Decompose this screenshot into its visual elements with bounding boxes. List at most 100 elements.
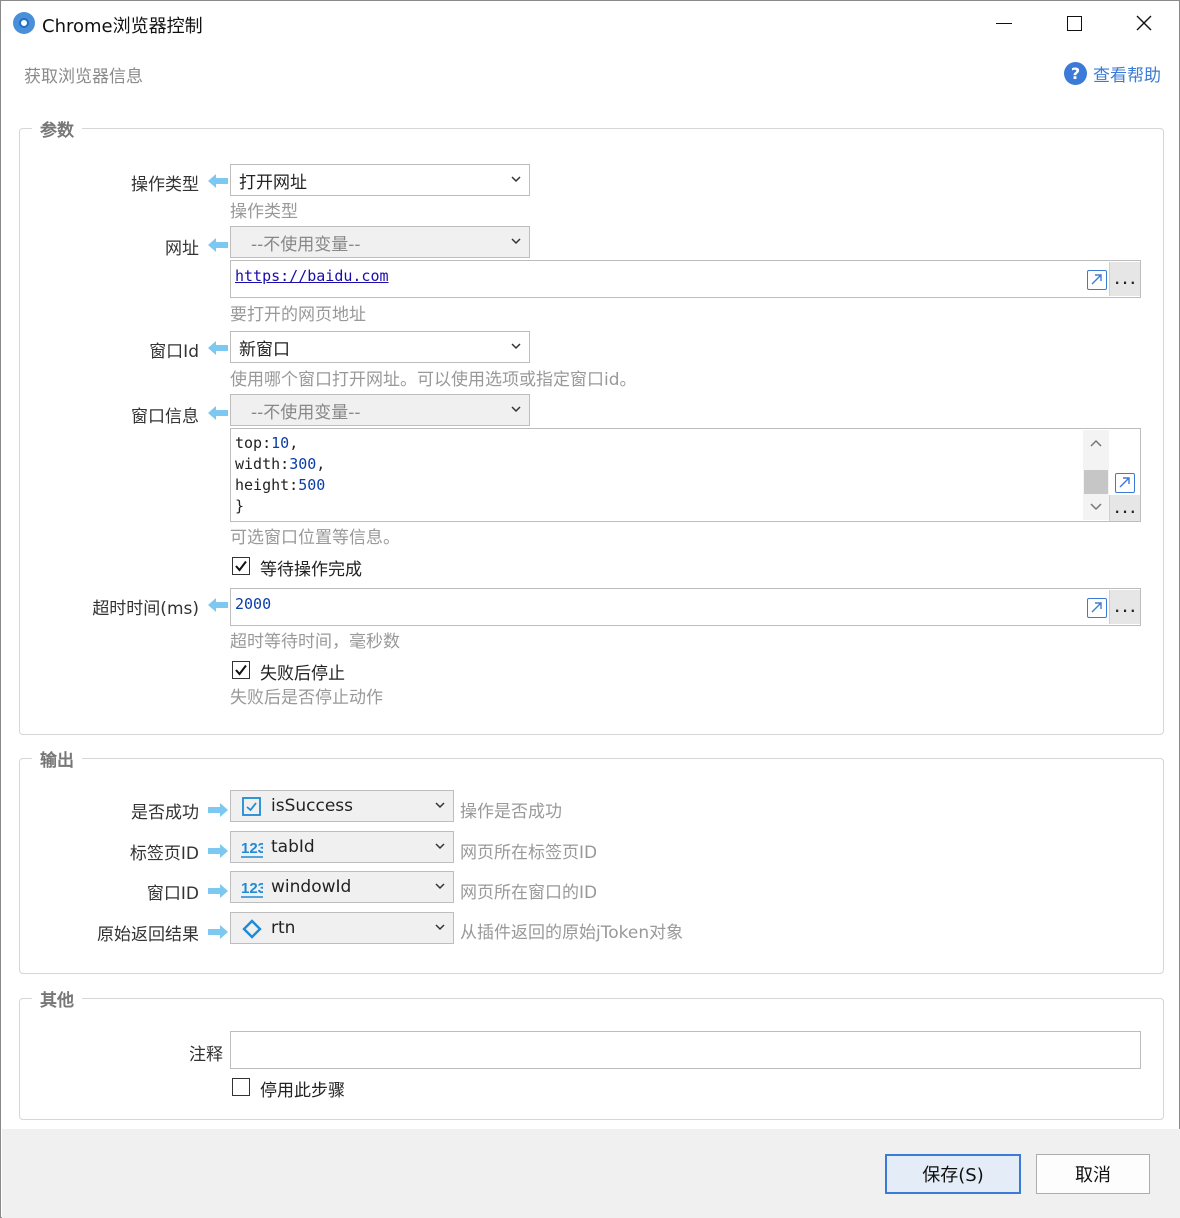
output-legend: 输出 (32, 746, 82, 771)
more-options-button[interactable]: ... (1109, 495, 1140, 521)
url-value: https://baidu.com (235, 267, 389, 285)
output-select-rtn[interactable]: rtn (230, 912, 454, 944)
number-123-icon: 123 (241, 880, 263, 898)
url-variable-value: --不使用变量-- (251, 234, 361, 255)
checkbox-icon (242, 797, 261, 816)
comment-label: 注释 (189, 1045, 223, 1065)
timeout-input[interactable]: 2000 ... (230, 588, 1141, 626)
close-button[interactable] (1109, 1, 1179, 45)
output-value-window-id: windowId (271, 877, 352, 897)
number-123-icon: 123 (241, 840, 263, 858)
window-info-label: 窗口信息 (131, 407, 199, 427)
stop-on-fail-hint: 失败后是否停止动作 (230, 688, 383, 708)
output-label-rtn: 原始返回结果 (97, 925, 199, 945)
svg-text:123: 123 (241, 840, 263, 857)
vertical-scrollbar[interactable] (1083, 430, 1109, 520)
timeout-hint: 超时等待时间，毫秒数 (230, 632, 400, 652)
expand-editor-icon[interactable] (1115, 473, 1135, 493)
checkmark-icon (235, 560, 247, 572)
chevron-down-icon (435, 802, 445, 809)
window-id-select[interactable]: 新窗口 (230, 331, 530, 363)
scroll-up-icon[interactable] (1089, 438, 1103, 448)
params-legend: 参数 (32, 116, 82, 141)
input-arrow-icon[interactable] (208, 341, 228, 355)
dialog-subtitle: 获取浏览器信息 (24, 67, 143, 87)
url-hint: 要打开的网页地址 (230, 305, 366, 325)
op-type-value: 打开网址 (239, 172, 307, 193)
chevron-down-icon (511, 238, 521, 245)
code-line: } (235, 497, 245, 515)
timeout-value: 2000 (235, 595, 272, 613)
output-value-tab-id: tabId (271, 837, 315, 857)
close-icon (1136, 15, 1152, 31)
output-select-window-id[interactable]: 123 windowId (230, 871, 454, 903)
scrollbar-thumb[interactable] (1084, 470, 1108, 494)
input-arrow-icon[interactable] (208, 598, 228, 612)
stop-on-fail-label: 失败后停止 (260, 664, 345, 684)
dialog-window: Chrome浏览器控制 获取浏览器信息 ? 查看帮助 参数 操作类型 打开网址 … (0, 0, 1180, 1218)
output-arrow-icon[interactable] (208, 844, 228, 858)
title-bar: Chrome浏览器控制 (1, 1, 1179, 45)
diamond-icon (242, 919, 262, 939)
input-arrow-icon[interactable] (208, 406, 228, 420)
more-options-button[interactable]: ... (1109, 262, 1140, 296)
minimize-button[interactable] (969, 1, 1039, 45)
input-arrow-icon[interactable] (208, 174, 228, 188)
chevron-down-icon (435, 924, 445, 931)
chrome-icon (13, 12, 35, 34)
output-label-window-id: 窗口ID (146, 884, 199, 904)
expand-editor-icon[interactable] (1087, 270, 1107, 290)
window-info-variable-select[interactable]: --不使用变量-- (230, 394, 530, 426)
output-value-rtn: rtn (271, 918, 296, 938)
window-id-value: 新窗口 (239, 339, 290, 360)
chevron-down-icon (435, 843, 445, 850)
output-arrow-icon[interactable] (208, 925, 228, 939)
chevron-down-icon (511, 343, 521, 350)
output-select-tab-id[interactable]: 123 tabId (230, 831, 454, 863)
output-arrow-icon[interactable] (208, 803, 228, 817)
stop-on-fail-checkbox[interactable] (232, 661, 250, 679)
code-line: height:500 (235, 476, 326, 494)
chevron-down-icon (511, 176, 521, 183)
window-id-label: 窗口Id (149, 342, 199, 362)
output-hint-window-id: 网页所在窗口的ID (460, 883, 598, 903)
save-button[interactable]: 保存(S) (885, 1154, 1021, 1194)
disable-step-label: 停用此步骤 (260, 1081, 345, 1101)
wait-done-checkbox[interactable] (232, 557, 250, 575)
scroll-down-icon[interactable] (1089, 502, 1103, 512)
url-label: 网址 (165, 239, 199, 259)
question-icon: ? (1064, 62, 1087, 85)
code-lines: top:10, width:300, height:500 } (235, 433, 325, 517)
output-hint-tab-id: 网页所在标签页ID (460, 843, 598, 863)
code-line: top:10, (235, 434, 299, 452)
chevron-down-icon (435, 883, 445, 890)
window-info-variable-value: --不使用变量-- (251, 402, 361, 423)
window-title: Chrome浏览器控制 (42, 16, 203, 37)
help-link[interactable]: ? 查看帮助 (1064, 61, 1161, 86)
output-hint-rtn: 从插件返回的原始jToken对象 (460, 923, 684, 943)
input-arrow-icon[interactable] (208, 238, 228, 252)
code-line: width:300, (235, 455, 326, 473)
output-value-success: isSuccess (271, 796, 354, 816)
op-type-hint: 操作类型 (230, 202, 298, 222)
maximize-button[interactable] (1039, 1, 1109, 45)
output-label-success: 是否成功 (131, 803, 199, 823)
expand-editor-icon[interactable] (1087, 598, 1107, 618)
minimize-icon (996, 22, 1012, 24)
output-label-tab-id: 标签页ID (129, 844, 199, 864)
cancel-button[interactable]: 取消 (1036, 1154, 1150, 1194)
url-variable-select[interactable]: --不使用变量-- (230, 226, 530, 258)
window-info-hint: 可选窗口位置等信息。 (230, 528, 400, 548)
op-type-select[interactable]: 打开网址 (230, 164, 530, 196)
more-options-button[interactable]: ... (1109, 590, 1140, 624)
op-type-label: 操作类型 (131, 175, 199, 195)
window-info-editor[interactable]: top:10, width:300, height:500 } ... (230, 428, 1141, 522)
output-hint-success: 操作是否成功 (460, 802, 562, 822)
output-arrow-icon[interactable] (208, 884, 228, 898)
window-id-hint: 使用哪个窗口打开网址。可以使用选项或指定窗口id。 (230, 370, 637, 390)
url-input[interactable]: https://baidu.com ... (230, 260, 1141, 298)
comment-input[interactable] (230, 1031, 1141, 1069)
disable-step-checkbox[interactable] (232, 1078, 250, 1096)
output-select-success[interactable]: isSuccess (230, 790, 454, 822)
maximize-icon (1066, 15, 1082, 31)
